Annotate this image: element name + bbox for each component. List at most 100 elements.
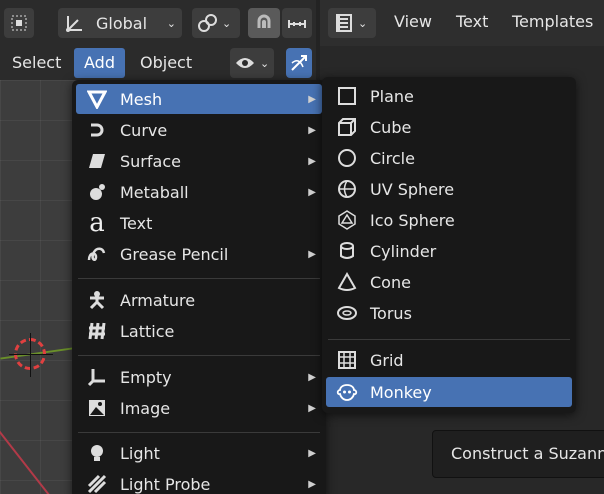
- torus-icon: [334, 300, 360, 326]
- select-box-icon: [10, 14, 28, 32]
- pivot-point-icon: [196, 12, 218, 34]
- menu-item-cylinder[interactable]: Cylinder: [326, 236, 572, 266]
- plane-icon: [334, 83, 360, 109]
- menu-item-label: UV Sphere: [370, 179, 455, 199]
- chevron-down-icon: ⌄: [222, 16, 232, 30]
- 3d-cursor[interactable]: [9, 333, 53, 377]
- curve-icon: [84, 117, 110, 143]
- menu-item-circle[interactable]: Circle: [326, 143, 572, 173]
- menu-divider: [78, 278, 320, 279]
- menu-item-label: Torus: [370, 303, 412, 323]
- menu-item-label: Surface: [120, 151, 181, 171]
- text-object-icon: a: [89, 208, 105, 238]
- view-menu[interactable]: View: [394, 12, 432, 31]
- menu-item-lattice[interactable]: Lattice: [76, 316, 322, 346]
- visibility-dropdown[interactable]: ⌄: [230, 48, 274, 78]
- snap-settings-button[interactable]: [282, 8, 312, 38]
- menu-item-label: Light: [120, 443, 160, 463]
- menu-item-cube[interactable]: Cube: [326, 112, 572, 142]
- cone-icon: [334, 269, 360, 295]
- menu-item-torus[interactable]: Torus: [326, 298, 572, 328]
- menu-item-label: Grease Pencil: [120, 244, 229, 264]
- cylinder-icon: [334, 238, 360, 264]
- menu-item-label: Metaball: [120, 182, 189, 202]
- menu-item-light-probe[interactable]: Light Probe ▶: [76, 469, 322, 494]
- select-mode-button[interactable]: [4, 8, 34, 38]
- menu-item-light[interactable]: Light ▶: [76, 438, 322, 468]
- mesh-icon: [84, 86, 110, 112]
- menu-item-label: Lattice: [120, 321, 175, 341]
- editor-type-dropdown[interactable]: ⌄: [328, 8, 376, 38]
- menu-item-armature[interactable]: Armature: [76, 285, 322, 315]
- text-menu[interactable]: Text: [456, 12, 488, 31]
- ico-sphere-icon: [334, 207, 360, 233]
- gizmo-icon: [289, 53, 309, 73]
- submenu-arrow-icon: ▶: [308, 93, 316, 105]
- area-splitter[interactable]: [316, 0, 320, 80]
- snap-toggle[interactable]: [248, 8, 280, 38]
- circle-icon: [334, 145, 360, 171]
- submenu-arrow-icon: ▶: [308, 447, 316, 459]
- light-probe-icon: [84, 471, 110, 494]
- menu-item-label: Curve: [120, 120, 168, 140]
- submenu-arrow-icon: ▶: [308, 124, 316, 136]
- transform-orientation-dropdown[interactable]: Global ⌄: [58, 8, 182, 38]
- select-menu[interactable]: Select: [2, 48, 71, 78]
- menu-item-monkey[interactable]: Monkey: [326, 377, 572, 407]
- menu-item-label: Mesh: [120, 89, 163, 109]
- transform-orientation-icon: [64, 12, 86, 34]
- submenu-arrow-icon: ▶: [308, 478, 316, 490]
- menu-item-label: Cone: [370, 272, 411, 292]
- menu-item-surface[interactable]: Surface ▶: [76, 146, 322, 176]
- chevron-down-icon: ⌄: [260, 56, 270, 70]
- menu-item-label: Armature: [120, 290, 196, 310]
- viewport-menu-bar: Select Add Object ⌄: [0, 46, 316, 80]
- image-icon: [84, 395, 110, 421]
- menu-item-grease-pencil[interactable]: Grease Pencil ▶: [76, 239, 322, 269]
- menu-item-label: Image: [120, 398, 171, 418]
- menu-divider: [78, 432, 320, 433]
- chevron-down-icon: ⌄: [166, 16, 176, 30]
- menu-item-mesh[interactable]: Mesh ▶: [76, 84, 322, 114]
- add-menu[interactable]: Add: [74, 48, 125, 78]
- menu-item-plane[interactable]: Plane: [326, 81, 572, 111]
- submenu-arrow-icon: ▶: [308, 155, 316, 167]
- menu-item-text[interactable]: a Text: [76, 208, 322, 238]
- chevron-down-icon: ⌄: [358, 16, 368, 30]
- metaball-icon: [84, 179, 110, 205]
- menu-item-label: Text: [120, 213, 153, 233]
- menu-item-grid[interactable]: Grid: [326, 345, 572, 375]
- menu-item-cone[interactable]: Cone: [326, 267, 572, 297]
- menu-item-empty[interactable]: Empty ▶: [76, 362, 322, 392]
- armature-icon: [84, 287, 110, 313]
- menu-item-label: Cylinder: [370, 241, 437, 261]
- lattice-icon: [84, 318, 110, 344]
- uv-sphere-icon: [334, 176, 360, 202]
- eye-icon: [234, 53, 256, 73]
- submenu-arrow-icon: ▶: [308, 371, 316, 383]
- menu-item-label: Cube: [370, 117, 412, 137]
- grid-icon: [334, 347, 360, 373]
- menu-item-image[interactable]: Image ▶: [76, 393, 322, 423]
- menu-item-uv-sphere[interactable]: UV Sphere: [326, 174, 572, 204]
- templates-menu[interactable]: Templates: [512, 12, 593, 31]
- add-menu-dropdown: Mesh ▶ Curve ▶ Surface ▶ Metaball ▶ a Te…: [72, 80, 326, 494]
- submenu-arrow-icon: ▶: [308, 402, 316, 414]
- menu-item-metaball[interactable]: Metaball ▶: [76, 177, 322, 207]
- menu-item-label: Circle: [370, 148, 415, 168]
- text-editor-icon: [334, 13, 354, 33]
- x-axis-line: [0, 380, 60, 494]
- submenu-arrow-icon: ▶: [308, 186, 316, 198]
- menu-item-ico-sphere[interactable]: Ico Sphere: [326, 205, 572, 235]
- menu-item-label: Empty: [120, 367, 172, 387]
- snap-icon: [253, 12, 275, 34]
- pivot-point-dropdown[interactable]: ⌄: [192, 8, 240, 38]
- object-menu[interactable]: Object: [130, 48, 202, 78]
- menu-item-curve[interactable]: Curve ▶: [76, 115, 322, 145]
- snap-increment-icon: [286, 12, 308, 34]
- menu-item-label: Grid: [370, 350, 404, 370]
- gizmo-toggle[interactable]: [286, 48, 312, 78]
- tooltip: Construct a Suzanne: [432, 430, 604, 478]
- orientation-label: Global: [96, 13, 148, 33]
- grease-pencil-icon: [84, 241, 110, 267]
